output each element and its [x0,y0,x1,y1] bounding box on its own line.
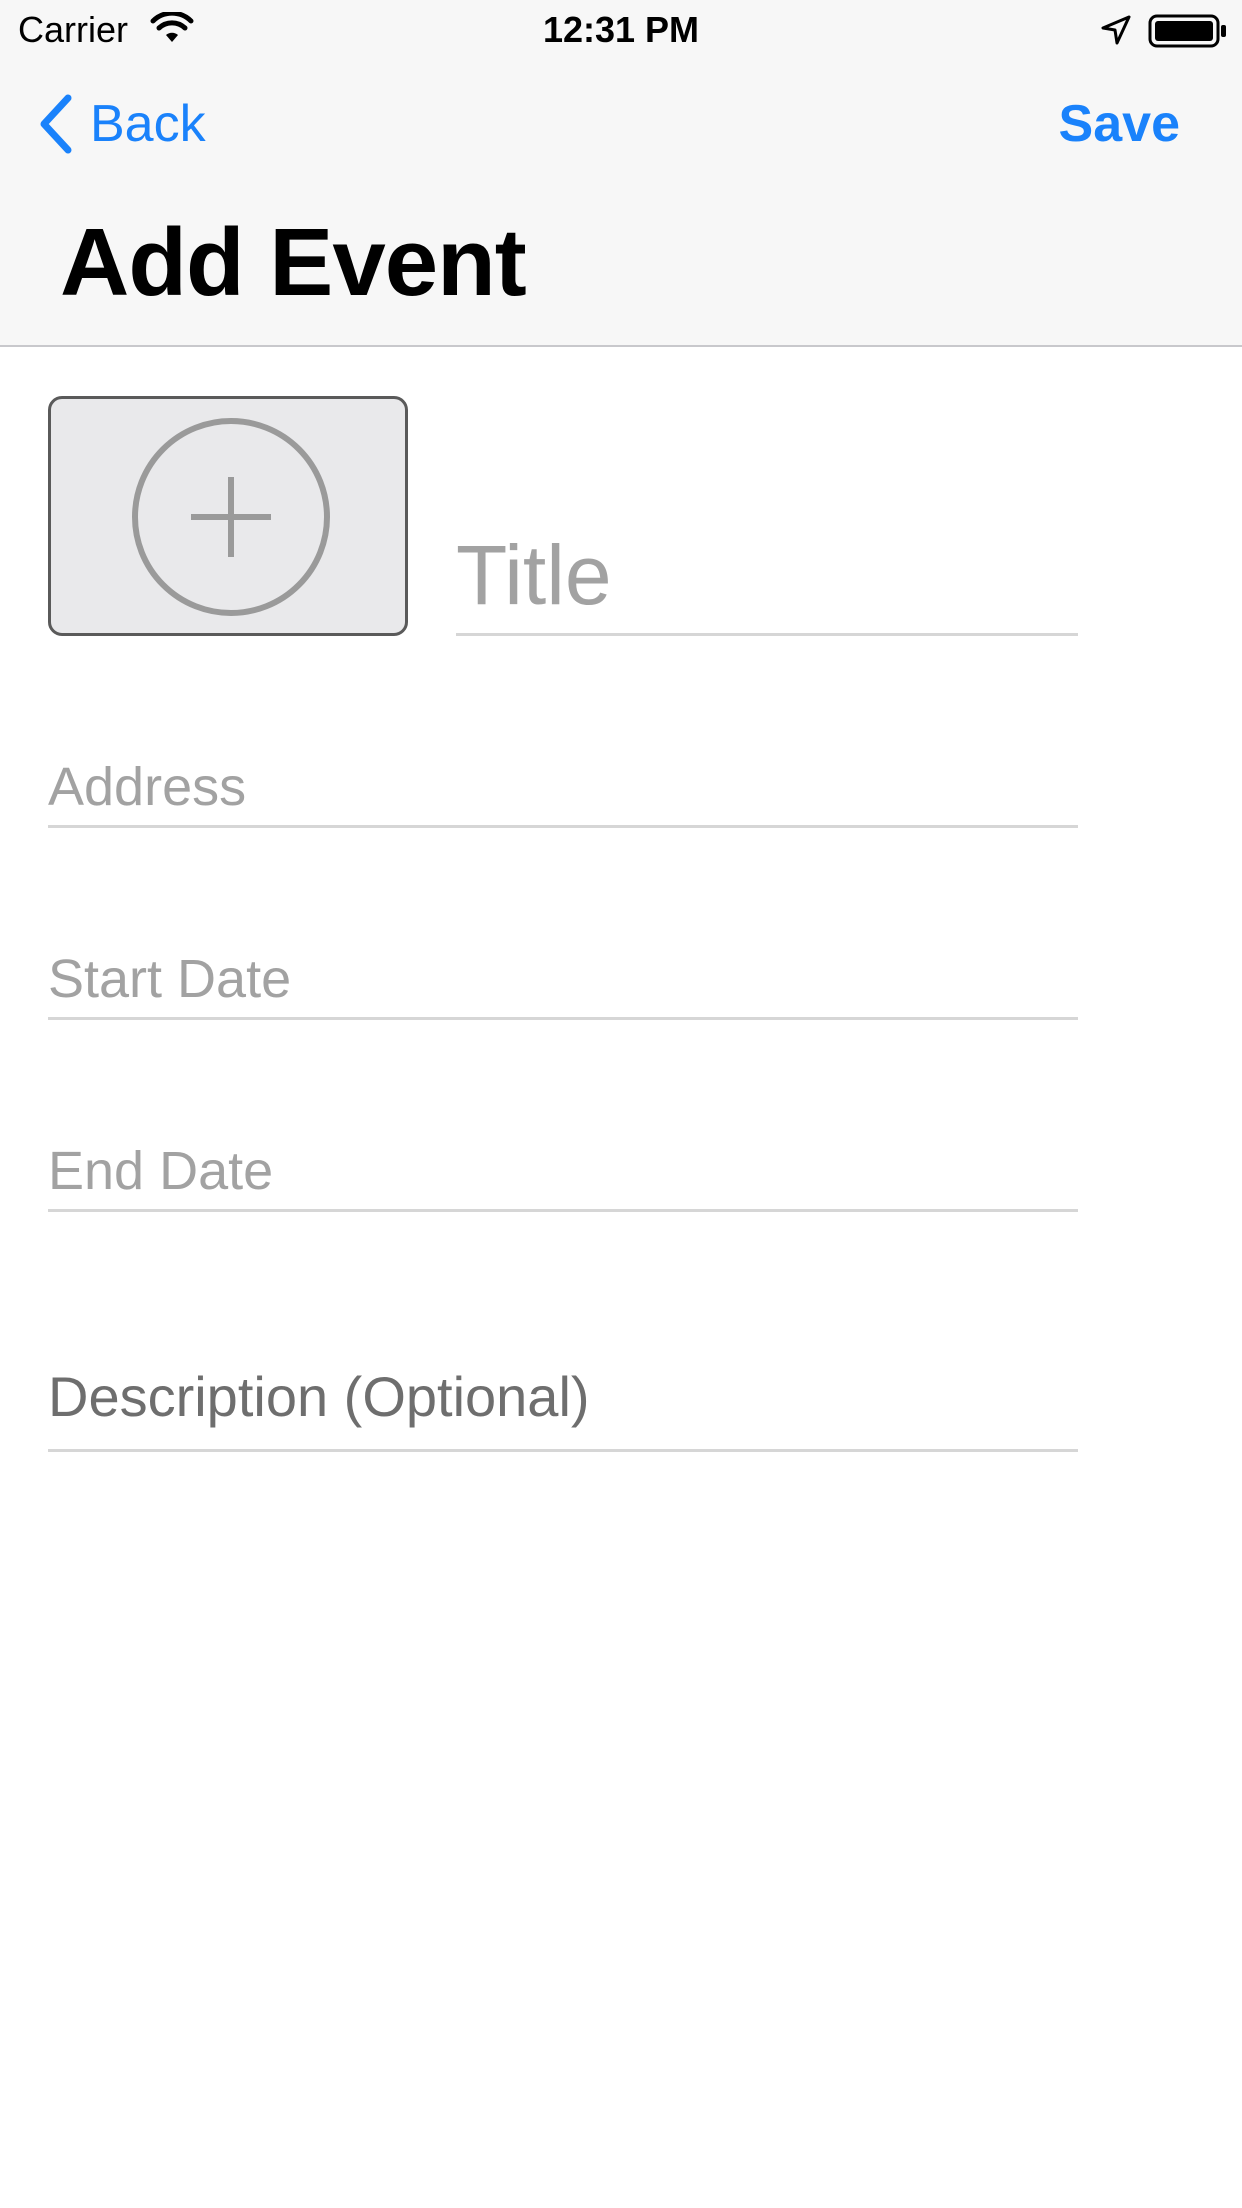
add-photo-button[interactable] [48,396,408,636]
chevron-left-icon [40,94,72,154]
end-date-field [48,1136,1078,1212]
navigation-bar: Back Save Add Event [0,60,1242,347]
status-bar: Carrier 12:31 PM [0,0,1242,60]
battery-icon [1148,14,1226,48]
header: Carrier 12:31 PM Back Save Add Event [0,0,1242,347]
save-button[interactable]: Save [1059,90,1180,158]
add-event-screen: Carrier 12:31 PM Back Save Add Event Tit… [0,0,1242,2208]
address-input[interactable] [48,752,1078,822]
title-field [456,520,1078,636]
add-photo-icon [132,418,330,616]
start-date-field [48,944,1078,1020]
end-date-input[interactable] [48,1136,1078,1206]
start-date-input[interactable] [48,944,1078,1014]
description-field [48,1352,1078,1452]
address-field [48,752,1078,828]
back-button-label: Back [90,95,206,153]
description-input[interactable] [48,1352,1078,1442]
back-button[interactable]: Back [36,90,206,158]
location-icon [1101,15,1131,45]
status-time: 12:31 PM [542,9,700,50]
title-input[interactable] [456,520,1078,630]
page-title: Add Event [60,209,527,316]
